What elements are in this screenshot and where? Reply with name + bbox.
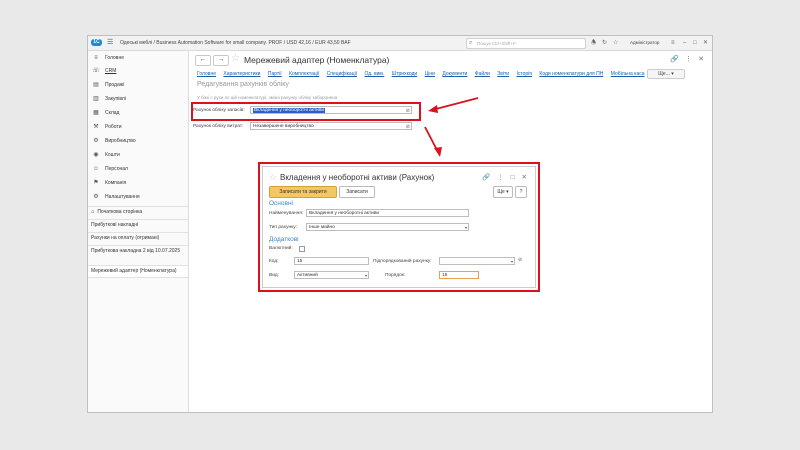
account-dialog: ☆ Вкладення у необоротні активи (Рахунок…: [262, 166, 536, 288]
type-label: Тип рахунку:: [269, 225, 297, 230]
currency-label: Валютний:: [269, 246, 293, 251]
close-icon[interactable]: ✕: [522, 174, 527, 181]
save-button[interactable]: Записати: [339, 186, 375, 198]
code-field[interactable]: 15: [294, 257, 369, 265]
favorite-star-icon[interactable]: ☆: [269, 173, 277, 182]
more-label: Ще: [497, 189, 505, 195]
order-field[interactable]: 15: [439, 271, 479, 279]
arrowhead: [434, 147, 442, 157]
chevron-down-icon: ▾: [464, 225, 467, 230]
arrowhead: [428, 105, 438, 113]
code-label: Код:: [269, 259, 279, 264]
dialog-header-icons: 🔗 ⋮ □ ✕: [475, 173, 527, 181]
chevron-down-icon[interactable]: ▾: [511, 258, 513, 266]
dialog-title: Вкладення у необоротні активи (Рахунок): [280, 173, 435, 182]
type-select[interactable]: Інше майно ▾: [306, 223, 469, 231]
parent-account-field[interactable]: ▾: [439, 257, 515, 265]
name-field[interactable]: Вкладення у необоротні активи: [306, 209, 469, 217]
dialog-more-button[interactable]: Ще ▾: [493, 186, 513, 198]
save-and-close-button[interactable]: Записати та закрити: [269, 186, 337, 198]
parent-row: Підпорядкований рахунку:: [373, 257, 443, 266]
type-value: Інше майно: [309, 225, 335, 230]
order-label: Порядок:: [385, 273, 406, 278]
link-icon[interactable]: 🔗: [482, 174, 490, 181]
currency-checkbox[interactable]: [299, 246, 305, 252]
parent-label: Підпорядкований рахунку:: [373, 259, 432, 264]
kind-select[interactable]: Активний ▾: [294, 271, 369, 279]
extra-section-title: Додаткові: [269, 236, 299, 243]
kind-value: Активний: [297, 273, 318, 278]
arrow-to-field: [431, 97, 479, 111]
chevron-down-icon: ▾: [364, 273, 367, 278]
main-section-title: Основні: [269, 200, 293, 207]
order-row: Порядок:: [385, 271, 425, 280]
kind-label: Вид:: [269, 273, 280, 278]
help-button[interactable]: ?: [515, 186, 527, 198]
maximize-icon[interactable]: □: [511, 174, 515, 181]
open-link-icon[interactable]: ⊘: [518, 257, 522, 263]
name-label: Найменування:: [269, 211, 304, 216]
more-vertical-icon[interactable]: ⋮: [497, 174, 504, 181]
